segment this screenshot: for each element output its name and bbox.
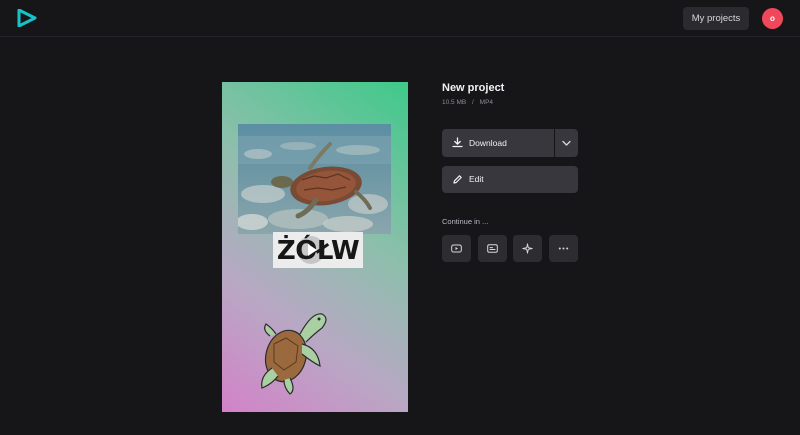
project-meta: 10.5 MB / MP4 <box>442 99 497 106</box>
download-icon <box>452 137 463 148</box>
youtube-icon <box>451 244 462 253</box>
edit-label: Edit <box>469 174 484 184</box>
download-options-button[interactable] <box>555 129 578 157</box>
chevron-down-icon <box>562 140 571 146</box>
download-button[interactable]: Download <box>442 129 554 157</box>
video-preview[interactable]: ŻÓŁW <box>222 82 408 412</box>
my-projects-button[interactable]: My projects <box>683 7 749 30</box>
subtitles-icon <box>487 244 498 253</box>
more-options-button[interactable] <box>549 235 578 262</box>
avatar[interactable]: o <box>762 8 783 29</box>
continue-subtitles-button[interactable] <box>478 235 507 262</box>
project-title: New project <box>442 82 505 94</box>
pencil-icon <box>453 175 462 184</box>
turtle-photo <box>238 124 391 234</box>
turtle-illustration <box>261 313 327 395</box>
continue-in-label: Continue in ... <box>442 217 489 226</box>
more-icon <box>558 247 569 250</box>
play-button[interactable] <box>297 236 325 264</box>
edit-button[interactable]: Edit <box>442 166 578 193</box>
play-logo-icon[interactable] <box>17 9 37 27</box>
continue-magic-button[interactable] <box>513 235 542 262</box>
file-format: MP4 <box>479 99 494 106</box>
continue-youtube-button[interactable] <box>442 235 471 262</box>
sparkle-icon <box>522 243 533 254</box>
play-icon <box>308 244 317 256</box>
file-size: 10.5 MB <box>442 99 467 106</box>
download-label: Download <box>469 138 507 148</box>
top-bar: My projects o <box>0 0 800 37</box>
meta-separator: / <box>472 99 474 106</box>
